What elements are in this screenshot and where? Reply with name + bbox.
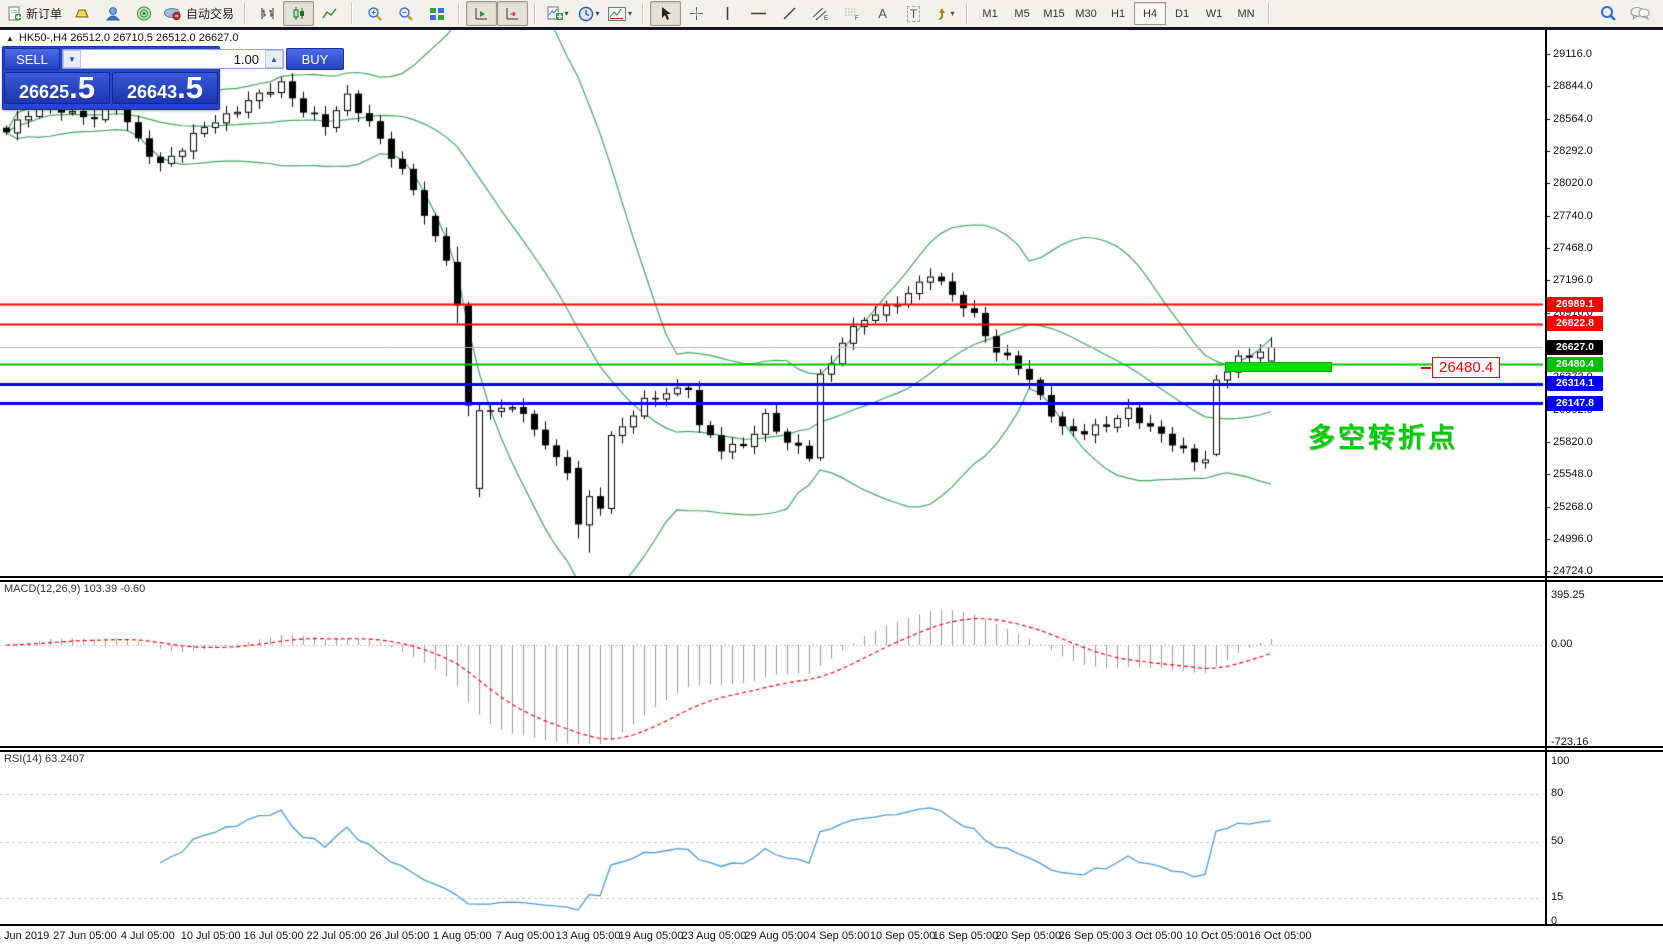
date-tick-label: 26 Sep 05:00: [1059, 930, 1124, 942]
chart-title: HK50-,H4 26512.0 26710.5 26512.0 26627.0: [19, 32, 239, 44]
date-tick-label: 27 Jun 05:00: [53, 930, 117, 942]
macd-signal-value: -0.60: [120, 583, 145, 595]
price-line-label[interactable]: 26627.0: [1547, 340, 1603, 355]
volume-increase-button[interactable]: ▲: [265, 50, 283, 68]
volume-decrease-button[interactable]: ▼: [63, 50, 81, 68]
price-line-label[interactable]: 26989.1: [1547, 297, 1603, 312]
rsi-value: 63.2407: [45, 753, 85, 765]
price-tick-label: 25548.0: [1553, 468, 1593, 480]
collapse-panel-icon[interactable]: ▲: [6, 34, 14, 43]
rsi-axis-label: 50: [1551, 835, 1563, 847]
callout-connector: [1421, 367, 1431, 369]
date-tick-label: 20 Sep 05:00: [996, 930, 1061, 942]
buy-price-frac: .5: [177, 73, 203, 103]
date-tick-label: 3 Oct 05:00: [1126, 930, 1183, 942]
price-tick-label: 25820.0: [1553, 436, 1593, 448]
rsi-axis-label: 80: [1551, 787, 1563, 799]
date-tick-label: 19 Aug 05:00: [619, 930, 684, 942]
date-tick-label: 10 Sep 05:00: [870, 930, 935, 942]
date-tick-label: 10 Oct 05:00: [1186, 930, 1249, 942]
date-tick-label: 23 Aug 05:00: [681, 930, 746, 942]
pane-separator[interactable]: [0, 746, 1663, 748]
price-axis-border: [1545, 30, 1547, 924]
buy-price[interactable]: 26643 .5: [112, 72, 218, 104]
sell-button[interactable]: SELL: [4, 48, 60, 70]
buy-button[interactable]: BUY: [286, 48, 344, 70]
price-tick-label: 28564.0: [1553, 113, 1593, 125]
rsi-axis-label: 100: [1551, 755, 1569, 767]
date-tick-label: 1 Jun 2019: [0, 930, 49, 942]
one-click-trade-panel: SELL ▼ ▲ BUY 26625 .5 26643 .5: [2, 46, 220, 110]
price-tick-label: 29116.0: [1553, 48, 1592, 60]
highlighted-line-segment[interactable]: [1225, 362, 1332, 372]
date-axis[interactable]: 1 Jun 2019 27 Jun 05:00 4 Jul 05:00 10 Jul …: [0, 926, 1663, 949]
rsi-axis-label: 15: [1551, 891, 1563, 903]
macd-name: MACD(12,26,9): [4, 583, 80, 595]
date-tick-label: 13 Aug 05:00: [556, 930, 621, 942]
sell-price-main: 26625: [19, 82, 69, 103]
macd-indicator-label: MACD(12,26,9) 103.39 -0.60: [4, 583, 145, 595]
date-tick-label: 4 Jul 05:00: [121, 930, 175, 942]
price-tick-label: 24996.0: [1553, 533, 1593, 545]
volume-input[interactable]: [81, 50, 265, 68]
rsi-indicator-label: RSI(14) 63.2407: [4, 753, 85, 765]
rsi-name: RSI(14): [4, 753, 42, 765]
date-tick-label: 4 Sep 05:00: [810, 930, 869, 942]
date-tick-label: 16 Jul 05:00: [244, 930, 304, 942]
sell-price[interactable]: 26625 .5: [4, 72, 110, 104]
chinese-annotation-text[interactable]: 多空转折点: [1308, 416, 1458, 455]
price-line-label[interactable]: 26147.8: [1547, 396, 1603, 411]
mt4-window: 新订单 自动交易 ▾ ▾: [0, 0, 1663, 949]
price-chart-canvas[interactable]: [0, 0, 1663, 949]
date-tick-label: 7 Aug 05:00: [496, 930, 555, 942]
volume-spinner: ▼ ▲: [62, 49, 284, 69]
date-tick-label: 1 Aug 05:00: [433, 930, 492, 942]
pane-separator[interactable]: [0, 580, 1663, 582]
price-tick-label: 28292.0: [1553, 145, 1593, 157]
date-tick-label: 16 Oct 05:00: [1249, 930, 1312, 942]
buy-price-main: 26643: [127, 82, 177, 103]
date-tick-label: 22 Jul 05:00: [307, 930, 367, 942]
price-tick-label: 28844.0: [1553, 80, 1593, 92]
date-tick-label: 16 Sep 05:00: [933, 930, 998, 942]
pane-separator[interactable]: [0, 750, 1663, 752]
price-tick-label: 27468.0: [1553, 242, 1593, 254]
price-tick-label: 28020.0: [1553, 177, 1593, 189]
price-line-label[interactable]: 26822.8: [1547, 316, 1603, 331]
pane-separator[interactable]: [0, 576, 1663, 578]
price-tick-label: 27196.0: [1553, 274, 1593, 286]
price-tick-label: 25268.0: [1553, 501, 1593, 513]
price-callout-label[interactable]: 26480.4: [1432, 357, 1500, 378]
chart-header: ▲ HK50-,H4 26512.0 26710.5 26512.0 26627…: [6, 32, 239, 44]
price-tick-label: 27740.0: [1553, 210, 1593, 222]
price-line-label[interactable]: 26314.1: [1547, 376, 1603, 391]
date-tick-label: 10 Jul 05:00: [181, 930, 241, 942]
macd-axis-label: 395.25: [1551, 589, 1585, 601]
macd-value: 103.39: [83, 583, 117, 595]
date-tick-label: 26 Jul 05:00: [369, 930, 429, 942]
date-tick-label: 29 Aug 05:00: [744, 930, 809, 942]
price-line-label[interactable]: 26480.4: [1547, 357, 1603, 372]
sell-price-frac: .5: [69, 73, 95, 103]
macd-axis-label: 0.00: [1551, 638, 1572, 650]
